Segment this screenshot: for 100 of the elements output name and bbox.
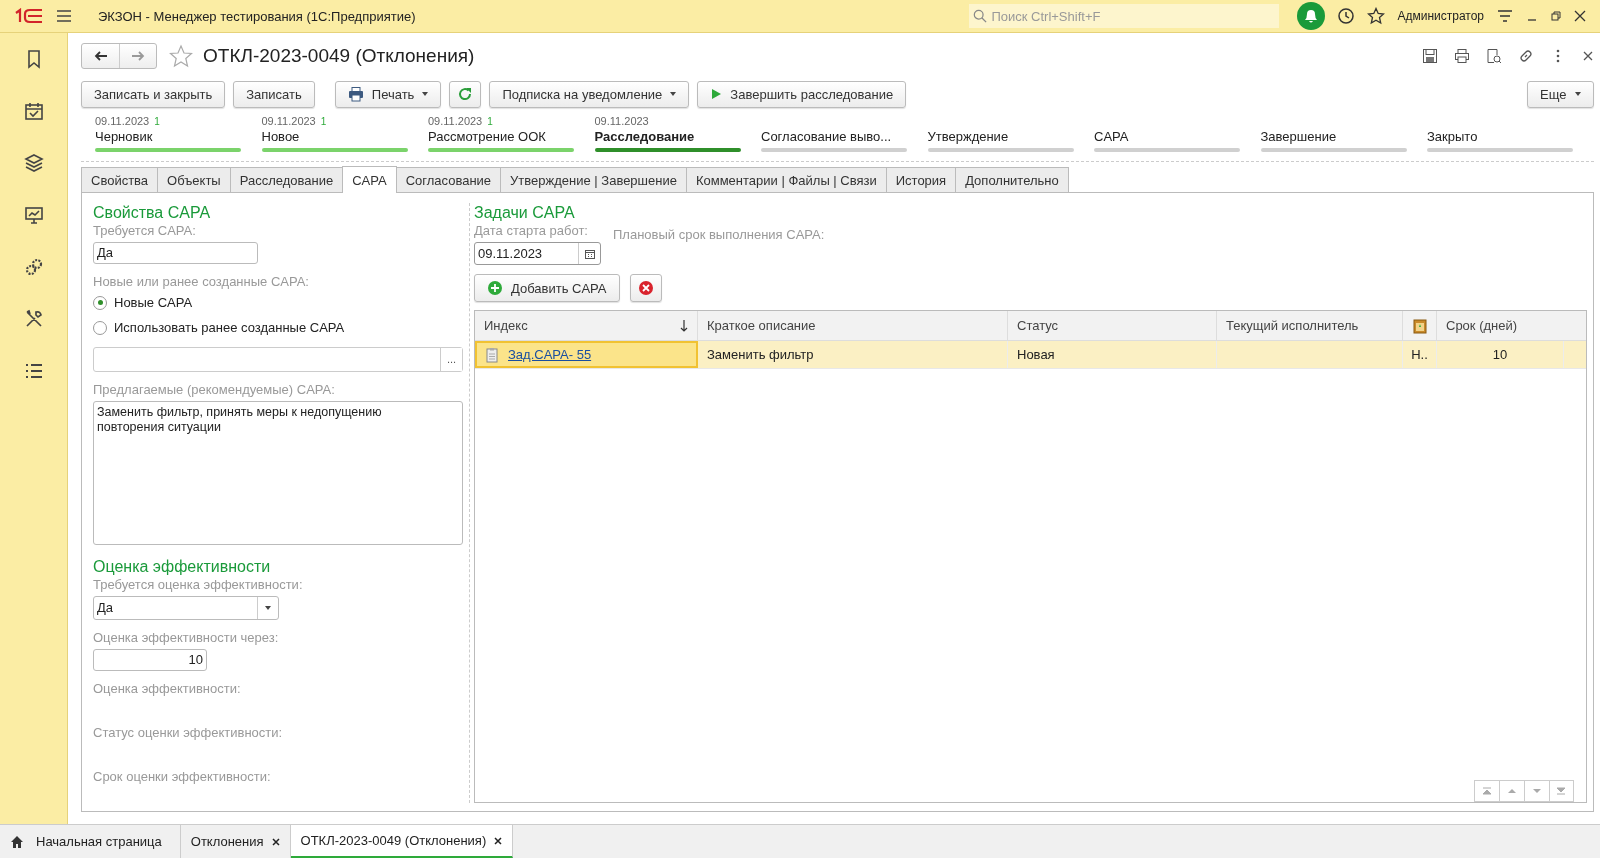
document-icon <box>484 346 500 363</box>
field-label: Требуется оценка эффективности: <box>93 576 304 593</box>
printer-icon <box>347 86 364 102</box>
calendar-icon[interactable] <box>23 101 44 121</box>
column-header[interactable]: Статус <box>1008 311 1217 340</box>
star-icon[interactable] <box>1367 7 1386 25</box>
command-button[interactable]: Записать <box>233 80 315 108</box>
history-icon[interactable] <box>1337 7 1356 25</box>
table-cell: Новая <box>1017 347 1055 362</box>
chart-board-icon[interactable] <box>23 205 44 225</box>
table-row[interactable]: Зад.CAPA- 55 Заменить фильтр Новая Н.. 10 <box>475 341 1586 369</box>
column-header[interactable]: Текущий исполнитель <box>1217 311 1403 340</box>
text-area[interactable]: Заменить фильтр, принять меры к недопущению повторения ситуации <box>93 400 463 545</box>
radio-option[interactable]: Использовать ранее созданные CAPA <box>93 315 463 341</box>
input-field[interactable]: Да <box>93 242 258 264</box>
filter-icon[interactable] <box>1496 7 1514 25</box>
finish-button[interactable]: Завершить расследование <box>697 80 907 108</box>
refresh-button[interactable] <box>449 80 482 108</box>
link-icon[interactable] <box>1517 48 1534 64</box>
stage-date: 09.11.2023 <box>594 115 649 127</box>
caret-icon <box>265 605 271 610</box>
stage-label: Согласование выво... <box>761 128 893 146</box>
field-label: Плановый срок выполнения CAPA: <box>613 227 825 244</box>
tab[interactable]: Расследование <box>229 167 344 192</box>
field-label: Требуется CAPA: <box>93 223 197 239</box>
select-button[interactable]: ... <box>440 347 462 371</box>
printer-icon[interactable] <box>1453 48 1470 64</box>
stage-date: 09.11.2023 <box>95 115 150 127</box>
field-label: Дата старта работ: <box>474 223 589 239</box>
caret-icon <box>422 92 429 96</box>
layers-icon[interactable] <box>23 153 44 173</box>
stage-label: Завершение <box>1260 128 1338 146</box>
up-icon <box>1506 786 1517 796</box>
radio-button[interactable] <box>93 295 107 310</box>
user-name[interactable]: Администратор <box>1397 9 1484 23</box>
taskbar-tab[interactable]: ОТКЛ-2023-0049 (Отклонения) <box>290 825 514 858</box>
logo-icon <box>14 8 44 24</box>
stage-label: Закрыто <box>1427 128 1479 146</box>
stage-label: CAPA <box>1094 128 1130 146</box>
right-arrow-icon <box>131 49 145 63</box>
tab[interactable]: Свойства <box>81 167 159 192</box>
command-button[interactable]: Записать и закрыть <box>81 80 226 108</box>
radio-button[interactable] <box>93 320 107 335</box>
delete-button[interactable] <box>629 274 662 302</box>
tab[interactable]: Согласование <box>395 167 502 192</box>
more-button[interactable]: Еще <box>1527 80 1594 108</box>
taskbar-tab[interactable]: Начальная страница <box>0 825 181 858</box>
play-icon <box>710 88 723 100</box>
section-heading: Задачи CAPA <box>474 203 576 223</box>
favorite-star-icon[interactable] <box>169 44 193 68</box>
stage-date: 09.11.2023 <box>261 115 316 127</box>
select-field[interactable]: ... <box>93 346 463 372</box>
tools-icon[interactable] <box>23 309 44 329</box>
stage-label: Утверждение <box>927 128 1010 146</box>
window-title: ЭКЗОН - Менеджер тестирования (1С:Предприятие) <box>98 8 416 24</box>
input-field[interactable]: 10 <box>93 648 207 671</box>
home-icon <box>10 834 24 849</box>
column-header[interactable]: Срок (дней) <box>1437 311 1564 340</box>
field-label: Новые или ранее созданные CAPA: <box>93 274 310 290</box>
box-icon <box>1411 317 1428 334</box>
add-button[interactable]: Добавить CAPA <box>474 274 620 302</box>
column-header[interactable]: Индекс <box>475 311 698 340</box>
preview-icon[interactable] <box>1485 48 1502 64</box>
stage-date: 09.11.2023 <box>428 115 483 127</box>
dropdown-field[interactable]: Да <box>93 595 279 620</box>
sort-arrow-icon <box>680 319 688 332</box>
radio-option[interactable]: Новые CAPA <box>93 290 463 316</box>
field-label: Оценка эффективности через: <box>93 629 280 646</box>
print-button[interactable]: Печать <box>334 80 442 108</box>
section-heading: Оценка эффективности <box>93 556 272 577</box>
tab[interactable]: Утверждение | Завершение <box>500 167 687 192</box>
list-icon[interactable] <box>23 361 44 381</box>
tab[interactable]: Объекты <box>157 167 231 192</box>
close-icon[interactable] <box>1574 10 1586 22</box>
tab[interactable]: История <box>885 167 957 192</box>
save-icon[interactable] <box>1421 48 1438 64</box>
table-cell: Заменить фильтр <box>707 347 814 362</box>
date-field[interactable]: 09.11.2023 <box>474 242 601 265</box>
search-icon <box>973 9 988 23</box>
taskbar-tab[interactable]: Отклонения <box>180 825 291 858</box>
stage-count: 1 <box>320 115 327 127</box>
left-arrow-icon <box>93 49 108 63</box>
close-icon[interactable] <box>271 837 280 846</box>
section-heading: Свойства CAPA <box>93 203 212 223</box>
tab[interactable]: CAPA <box>342 166 397 193</box>
tab[interactable]: Комментарии | Файлы | Связи <box>685 167 887 192</box>
restore-icon[interactable] <box>1550 10 1562 22</box>
column-header[interactable]: Краткое описание <box>698 311 1008 340</box>
tab[interactable]: Дополнительно <box>955 167 1069 192</box>
table-cell: 10 <box>1492 347 1508 362</box>
bell-icon[interactable] <box>1297 2 1326 30</box>
caret-icon <box>670 92 677 96</box>
menu-icon[interactable] <box>56 8 72 24</box>
subscribe-button[interactable]: Подписка на уведомление <box>489 80 690 108</box>
plus-circle-icon <box>487 280 503 296</box>
field-label: Статус оценки эффективности: <box>93 723 284 742</box>
search-field[interactable]: Поиск Ctrl+Shift+F <box>969 4 1280 28</box>
down-icon <box>1531 786 1542 796</box>
close-icon[interactable] <box>1581 50 1594 62</box>
close-icon[interactable] <box>494 836 503 845</box>
